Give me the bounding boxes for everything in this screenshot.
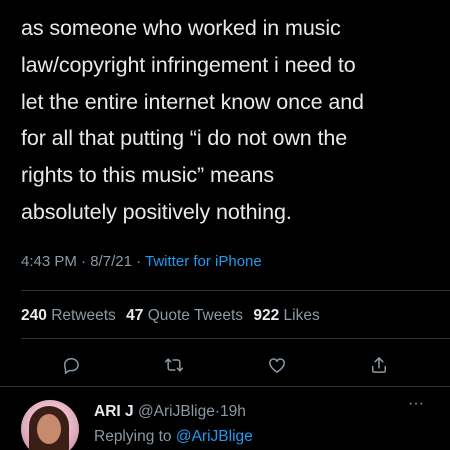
reply-age: 19h	[220, 403, 246, 420]
reply-tweet[interactable]: ARI J @AriJBlige·19h ··· Replying to @Ar…	[0, 390, 450, 450]
avatar[interactable]	[21, 400, 79, 450]
replying-to-mention[interactable]: @AriJBlige	[176, 428, 253, 445]
retweet-button[interactable]	[161, 352, 187, 378]
tweet-date[interactable]: 8/7/21	[90, 253, 132, 270]
share-icon	[372, 357, 386, 373]
quotes-stat[interactable]: 47 Quote Tweets	[126, 307, 243, 324]
replying-to: Replying to @AriJBlige	[94, 427, 253, 447]
divider	[21, 338, 450, 339]
tweet-text-line: rights to this music” means	[21, 163, 274, 188]
meta-separator: ·	[81, 253, 87, 270]
meta-separator: ·	[136, 253, 142, 270]
likes-stat[interactable]: 922 Likes	[253, 307, 319, 324]
more-options-icon[interactable]: ···	[408, 394, 424, 414]
tweet-time[interactable]: 4:43 PM	[21, 253, 77, 270]
tweet-text-line: law/copyright infringement i need to	[21, 52, 356, 77]
retweet-icon	[164, 358, 184, 372]
like-icon	[269, 358, 285, 373]
likes-count: 922	[253, 307, 280, 324]
tweet-source-link[interactable]: Twitter for iPhone	[145, 253, 262, 270]
tweet-text-line: absolutely positively nothing.	[21, 199, 292, 224]
like-button[interactable]	[264, 352, 290, 378]
likes-label: Likes	[283, 307, 320, 324]
tweet-actions	[0, 352, 450, 378]
reply-button[interactable]	[58, 352, 84, 378]
quotes-label: Quote Tweets	[147, 307, 244, 324]
reply-icon	[64, 358, 79, 374]
retweets-label: Retweets	[51, 307, 116, 324]
reply-author-handle[interactable]: @AriJBlige	[138, 403, 215, 420]
tweet-meta: 4:43 PM · 8/7/21 · Twitter for iPhone	[21, 252, 262, 272]
tweet-text: as someone who worked in music law/copyr…	[21, 10, 431, 231]
quotes-count: 47	[126, 307, 144, 324]
retweets-stat[interactable]: 240 Retweets	[21, 307, 116, 324]
avatar-face	[37, 414, 61, 444]
reply-author-name[interactable]: ARI J	[94, 403, 134, 420]
divider	[21, 290, 450, 291]
retweets-count: 240	[21, 307, 47, 324]
tweet-stats: 240 Retweets 47 Quote Tweets 922 Likes	[21, 306, 320, 326]
share-button[interactable]	[366, 352, 392, 378]
divider	[0, 386, 450, 387]
replying-to-label: Replying to	[94, 428, 172, 445]
tweet-text-line: for all that putting “i do not own the	[21, 126, 348, 151]
tweet-text-line: let the entire internet know once and	[21, 89, 364, 114]
tweet-text-line: as someone who worked in music	[21, 16, 341, 40]
reply-header: ARI J @AriJBlige·19h	[94, 402, 246, 422]
